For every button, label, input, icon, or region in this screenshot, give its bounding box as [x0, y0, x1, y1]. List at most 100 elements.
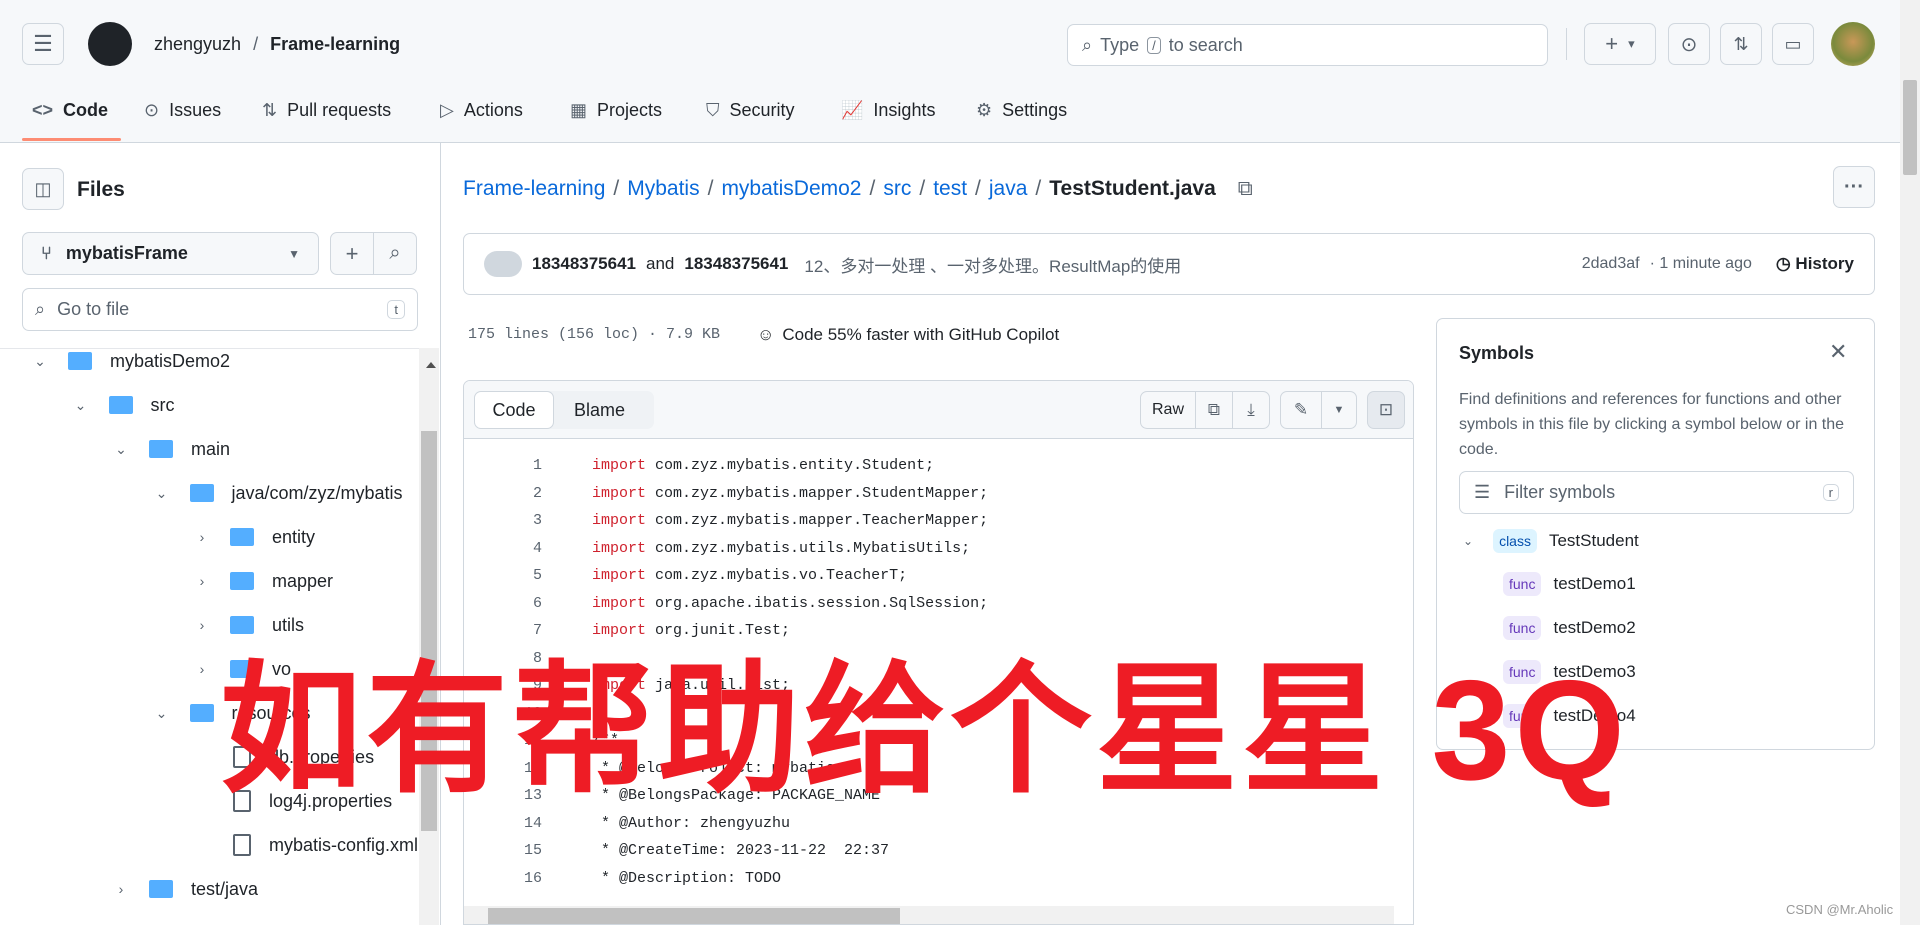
tree-folder[interactable]: › mapper	[192, 559, 333, 603]
commit-time: · 1 minute ago	[1649, 255, 1752, 272]
chevron-right-icon: ›	[199, 617, 205, 633]
symbol-function[interactable]: func testDemo2	[1503, 613, 1636, 643]
filter-symbols-input[interactable]: ☰ Filter symbols r	[1459, 471, 1854, 514]
line-number[interactable]: 1	[464, 457, 542, 474]
commit-coauthor[interactable]: 18348375641	[684, 254, 788, 274]
collapse-sidebar-button[interactable]: ◫	[22, 168, 64, 210]
class-badge: class	[1493, 529, 1537, 553]
symbols-toggle-button[interactable]: ⊡	[1367, 391, 1405, 429]
scroll-up-arrow[interactable]	[426, 362, 436, 368]
github-logo-icon[interactable]	[88, 22, 132, 66]
commit-sha[interactable]: 2dad3af	[1582, 255, 1640, 273]
tree-folder[interactable]: ⌄ mybatisDemo2	[30, 349, 230, 383]
breadcrumb-link[interactable]: mybatisDemo2	[721, 177, 861, 201]
tab-settings[interactable]: ⚙ Settings	[976, 92, 1067, 128]
chevron-down-icon: ⌄	[1463, 534, 1474, 548]
pull-requests-button[interactable]: ⇅	[1720, 23, 1762, 65]
search-input[interactable]: ⌕ Type / to search	[1067, 24, 1548, 66]
page-scrollbar[interactable]	[1900, 0, 1920, 925]
copy-path-icon[interactable]: ⧉	[1238, 177, 1253, 201]
repo-link[interactable]: Frame-learning	[270, 34, 400, 55]
code-text: * @Author: zhengyuzhu	[592, 814, 791, 832]
branch-select[interactable]: ⑂ mybatisFrame ▼	[22, 232, 319, 275]
breadcrumb-link[interactable]: test	[933, 177, 967, 201]
symbols-description: Find definitions and references for func…	[1459, 391, 1845, 458]
raw-button[interactable]: Raw	[1140, 391, 1196, 429]
issues-button[interactable]: ⊙	[1668, 23, 1710, 65]
tab-blame[interactable]: Blame	[574, 400, 625, 421]
symbol-function[interactable]: func testDemo1	[1503, 569, 1636, 599]
filter-placeholder: Filter symbols	[1504, 482, 1616, 502]
avatar[interactable]	[1831, 22, 1875, 66]
inbox-button[interactable]: ▭	[1772, 23, 1814, 65]
issue-icon: ⊙	[1680, 33, 1698, 56]
folder-icon	[149, 880, 173, 898]
tree-item-label: mapper	[272, 570, 334, 591]
edit-button[interactable]: ✎	[1280, 391, 1322, 429]
sidebar-title: Files	[77, 178, 125, 201]
func-badge: func	[1503, 616, 1542, 640]
tree-scrollbar[interactable]	[419, 348, 439, 925]
breadcrumb-link[interactable]: Frame-learning	[463, 177, 605, 201]
owner-link[interactable]: zhengyuzh	[154, 34, 241, 55]
breadcrumb-link[interactable]: src	[883, 177, 911, 201]
add-file-button[interactable]: +	[330, 232, 374, 275]
commit-author[interactable]: 18348375641	[532, 254, 636, 274]
close-icon[interactable]: ✕	[1829, 339, 1847, 365]
breadcrumb: Frame-learning / Mybatis / mybatisDemo2 / src /…	[463, 177, 1253, 201]
tree-folder[interactable]: › utils	[192, 603, 304, 647]
line-number[interactable]: 7	[464, 622, 542, 639]
tab-issues[interactable]: ⊙ Issues	[144, 92, 221, 128]
branch-name: mybatisFrame	[65, 243, 188, 263]
symbol-name: TestStudent	[1548, 531, 1639, 550]
line-number[interactable]: 3	[464, 512, 542, 529]
commit-message[interactable]: 12、多对一处理 、一对多处理。ResultMap的使用	[804, 252, 1181, 277]
go-to-file-input[interactable]: ⌕ Go to file t	[22, 288, 418, 331]
file-tree: ⌄ mybatisDemo2 ⌄ src ⌄ main ⌄ java/com/zyz/myba…	[0, 348, 419, 925]
shortcut-key-hint: t	[387, 300, 405, 319]
search-files-button[interactable]: ⌕	[373, 232, 417, 275]
history-button[interactable]: ◷ History	[1776, 254, 1854, 274]
download-button[interactable]: ⤓	[1232, 391, 1270, 429]
tree-folder[interactable]: ⌄ java/com/zyz/mybatis	[152, 471, 403, 515]
more-options-button[interactable]: ···	[1833, 166, 1875, 208]
tab-projects[interactable]: ▦ Projects	[570, 92, 662, 128]
search-icon: ⌕	[35, 299, 46, 319]
copilot-link[interactable]: ☺ Code 55% faster with GitHub Copilot	[757, 325, 1059, 345]
breadcrumb-link[interactable]: Mybatis	[627, 177, 699, 201]
history-label: History	[1795, 254, 1854, 273]
line-number[interactable]: 16	[464, 870, 542, 887]
line-number[interactable]: 14	[464, 815, 542, 832]
plus-icon: +	[1605, 31, 1619, 56]
tab-code[interactable]: Code	[474, 391, 554, 429]
tree-folder[interactable]: ⌄ main	[111, 427, 230, 471]
tab-pull-requests[interactable]: ⇅ Pull requests	[262, 92, 391, 128]
search-placeholder-suffix: to search	[1168, 34, 1243, 55]
chevron-right-icon: ›	[199, 573, 205, 589]
chevron-down-icon: ▼	[1333, 404, 1345, 416]
scrollbar-thumb[interactable]	[1903, 80, 1917, 175]
edit-options-button[interactable]: ▼	[1321, 391, 1357, 429]
tree-file[interactable]: mybatis-config.xml	[192, 823, 418, 867]
create-new-button[interactable]: + ▾	[1584, 23, 1656, 65]
tab-actions[interactable]: ▷ Actions	[440, 92, 523, 128]
line-number[interactable]: 2	[464, 485, 542, 502]
tab-security[interactable]: ⛉ Security	[706, 92, 795, 128]
copy-raw-button[interactable]: ⧉	[1195, 391, 1233, 429]
tree-item-label: src	[150, 394, 175, 415]
tree-folder[interactable]: › entity	[192, 515, 315, 559]
symbol-class[interactable]: ⌄ class TestStudent	[1463, 526, 1639, 556]
tree-folder[interactable]: › test/java	[111, 867, 258, 911]
breadcrumb-link[interactable]: java	[989, 177, 1028, 201]
code-line: 2 import com.zyz.mybatis.mapper.StudentMa…	[464, 480, 988, 507]
line-number[interactable]: 6	[464, 595, 542, 612]
tab-insights[interactable]: 📈 Insights	[841, 92, 935, 128]
line-number[interactable]: 15	[464, 842, 542, 859]
scrollbar-thumb[interactable]	[488, 908, 900, 924]
line-number[interactable]: 5	[464, 567, 542, 584]
line-number[interactable]: 4	[464, 540, 542, 557]
menu-button[interactable]: ☰	[22, 23, 64, 65]
tree-folder[interactable]: ⌄ src	[71, 383, 175, 427]
tab-code[interactable]: <> Code	[32, 92, 108, 128]
code-horizontal-scrollbar[interactable]	[464, 906, 1394, 924]
